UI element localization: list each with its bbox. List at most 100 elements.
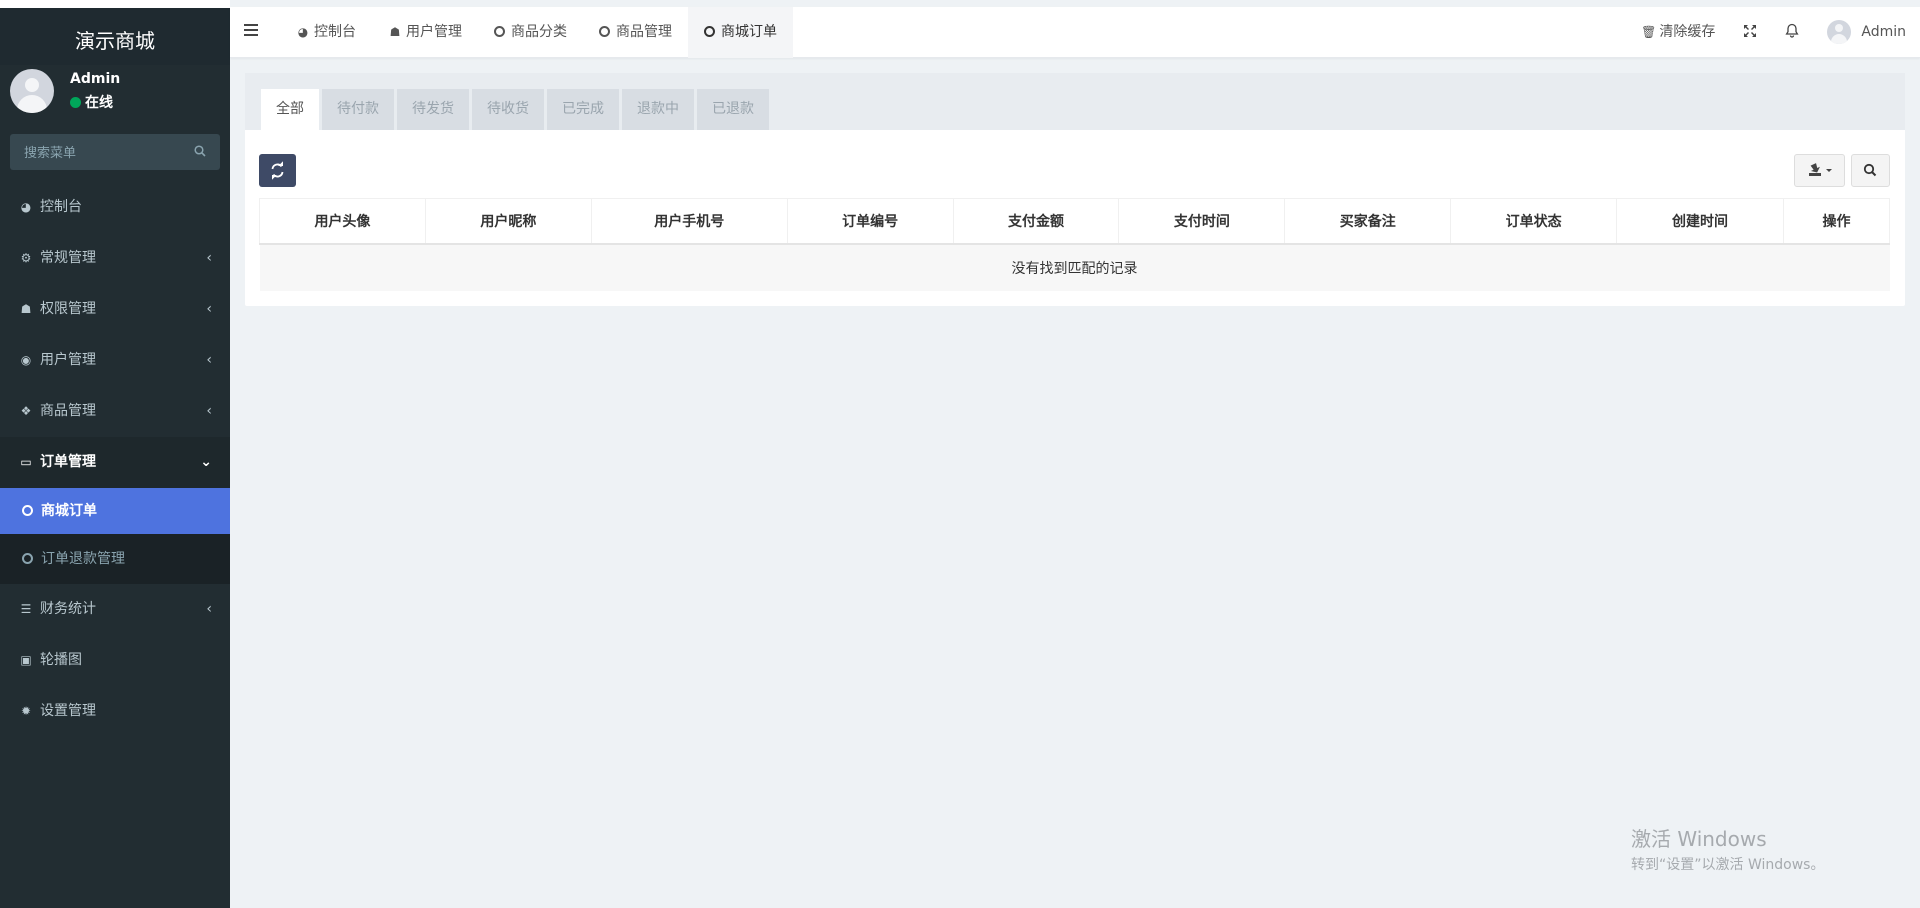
online-dot-icon — [70, 97, 81, 108]
col-order-status[interactable]: 订单状态 — [1450, 198, 1618, 245]
sidebar-item-users[interactable]: ◉ 用户管理 ‹ — [0, 335, 230, 386]
list-icon: ☰ — [20, 602, 32, 616]
tab-label: 控制台 — [314, 24, 356, 40]
col-order-number[interactable]: 订单编号 — [786, 198, 954, 245]
sidebar-item-general[interactable]: ⚙ 常规管理 ‹ — [0, 233, 230, 284]
sidebar-item-label: 常规管理 — [40, 250, 96, 266]
navbar-right-tools: 🗑 清除缓存 Admin — [1627, 7, 1920, 58]
watermark-subtitle: 转到“设置”以激活 Windows。 — [1631, 857, 1825, 873]
chevron-left-icon: ‹ — [206, 601, 212, 617]
caret-down-icon — [1826, 169, 1832, 172]
export-button[interactable] — [1794, 154, 1845, 187]
sidebar-item-label: 权限管理 — [40, 301, 96, 317]
col-actions: 操作 — [1783, 198, 1890, 245]
order-tab-pending-payment[interactable]: 待付款 — [322, 89, 394, 130]
tab-label: 商城订单 — [721, 24, 777, 40]
refresh-icon — [271, 161, 284, 180]
circle-icon — [599, 26, 610, 37]
desktop-icon: ▭ — [20, 455, 32, 469]
tab-label: 商品分类 — [511, 24, 567, 40]
cubes-icon: ❖ — [20, 404, 32, 418]
orders-submenu: 商城订单 订单退款管理 — [0, 488, 230, 584]
tab-product-management[interactable]: 商品管理 — [583, 7, 688, 58]
sidebar-item-carousel[interactable]: ▣ 轮播图 — [0, 635, 230, 686]
sidebar-menu: ◕ 控制台 ⚙ 常规管理 ‹ ☗ 权限管理 ‹ ◉ 用户管理 ‹ ❖ 商品管理 ‹ ▭ 订单管理 ⌄ … — [0, 182, 230, 737]
brand-title: 演示商城 — [75, 29, 155, 53]
user-menu[interactable]: Admin — [1813, 7, 1920, 58]
order-tab-completed[interactable]: 已完成 — [547, 89, 619, 130]
tab-label: 商品管理 — [616, 24, 672, 40]
col-user-phone[interactable]: 用户手机号 — [590, 198, 788, 245]
col-user-nickname[interactable]: 用户昵称 — [424, 198, 592, 245]
col-user-avatar[interactable]: 用户头像 — [259, 198, 426, 245]
user-circle-icon: ◉ — [20, 353, 32, 367]
sidebar-subitem-shop-orders[interactable]: 商城订单 — [0, 488, 230, 534]
tab-user-management[interactable]: ☗ 用户管理 — [372, 7, 478, 58]
clear-cache-button[interactable]: 🗑 清除缓存 — [1627, 7, 1729, 58]
menu-search-input[interactable] — [10, 134, 190, 170]
tab-label: 用户管理 — [406, 24, 462, 40]
cogs-icon: ⚙ — [20, 251, 32, 265]
col-buyer-note[interactable]: 买家备注 — [1284, 198, 1452, 245]
order-tab-pending-shipment[interactable]: 待发货 — [397, 89, 469, 130]
orders-table: 用户头像 用户昵称 用户手机号 订单编号 支付金额 支付时间 买家备注 订单状态… — [259, 198, 1890, 291]
search-icon — [1863, 163, 1877, 177]
watermark-title: 激活 Windows — [1631, 827, 1767, 851]
tab-product-category[interactable]: 商品分类 — [478, 7, 583, 58]
col-payment-amount[interactable]: 支付金额 — [952, 198, 1120, 245]
sidebar-item-label: 轮播图 — [40, 652, 82, 668]
chevron-down-icon: ⌄ — [200, 454, 212, 470]
fullscreen-button[interactable] — [1729, 7, 1771, 58]
order-tab-pending-receipt[interactable]: 待收货 — [472, 89, 544, 130]
order-tab-all[interactable]: 全部 — [261, 89, 319, 130]
sidebar-item-dashboard[interactable]: ◕ 控制台 — [0, 182, 230, 233]
sidebar-item-products[interactable]: ❖ 商品管理 ‹ — [0, 386, 230, 437]
export-icon — [1809, 163, 1832, 176]
sidebar: 演示商城 Admin 在线 ◕控制台 ⚙常规管理‹ ☗权限管理‹ ◉用户管理‹ … — [0, 0, 230, 908]
sidebar-item-orders[interactable]: ▭ 订单管理 ⌄ — [0, 437, 230, 488]
circle-icon — [22, 553, 33, 564]
image-icon: ▣ — [20, 653, 32, 667]
empty-table-message: 没有找到匹配的记录 — [259, 243, 1890, 291]
sidebar-item-label: 财务统计 — [40, 601, 96, 617]
tab-dashboard[interactable]: ◕ 控制台 — [280, 7, 372, 58]
circle-icon — [704, 26, 715, 37]
sidebar-item-settings[interactable]: ✹ 设置管理 — [0, 686, 230, 737]
notifications-button[interactable] — [1771, 7, 1813, 58]
chevron-left-icon: ‹ — [206, 403, 212, 419]
refresh-button[interactable] — [259, 154, 296, 187]
nav-tabs: ◕ 控制台 ☗ 用户管理 商品分类 商品管理 商城订单 — [280, 7, 793, 58]
sidebar-item-label: 订单管理 — [40, 454, 96, 470]
col-payment-time[interactable]: 支付时间 — [1118, 198, 1286, 245]
col-created-time[interactable]: 创建时间 — [1616, 198, 1784, 245]
sidebar-item-label: 设置管理 — [40, 703, 96, 719]
user-icon: ☗ — [389, 25, 401, 39]
order-tab-refunded[interactable]: 已退款 — [697, 89, 769, 130]
windows-activation-watermark: 激活 Windows 转到“设置”以激活 Windows。 — [1631, 823, 1824, 874]
search-icon[interactable] — [194, 145, 206, 157]
table-row: 没有找到匹配的记录 — [259, 243, 1890, 291]
menu-toggle-icon[interactable] — [244, 24, 258, 36]
sidebar-item-permissions[interactable]: ☗ 权限管理 ‹ — [0, 284, 230, 335]
order-status-tabs-bar: 全部 待付款 待发货 待收货 已完成 退款中 已退款 — [245, 73, 1905, 130]
circle-icon — [22, 505, 33, 516]
tab-shop-orders[interactable]: 商城订单 — [688, 7, 793, 58]
user-status: 在线 — [70, 92, 113, 112]
chevron-left-icon: ‹ — [206, 301, 212, 317]
expand-icon — [1744, 25, 1757, 37]
gear-icon: ✹ — [20, 704, 32, 718]
sidebar-subitem-label: 商城订单 — [41, 503, 97, 519]
users-icon: ☗ — [20, 302, 32, 316]
chevron-left-icon: ‹ — [206, 250, 212, 266]
order-tab-refunding[interactable]: 退款中 — [622, 89, 694, 130]
dashboard-icon: ◕ — [20, 200, 32, 214]
brand-logo[interactable]: 演示商城 — [0, 0, 230, 65]
chevron-left-icon: ‹ — [206, 352, 212, 368]
sidebar-search — [10, 134, 220, 170]
sidebar-subitem-refunds[interactable]: 订单退款管理 — [0, 534, 230, 584]
sidebar-item-label: 用户管理 — [40, 352, 96, 368]
sidebar-item-finance[interactable]: ☰ 财务统计 ‹ — [0, 584, 230, 635]
admin-name: Admin — [1861, 24, 1906, 40]
table-search-button[interactable] — [1851, 154, 1890, 187]
sidebar-item-label: 控制台 — [40, 199, 82, 215]
